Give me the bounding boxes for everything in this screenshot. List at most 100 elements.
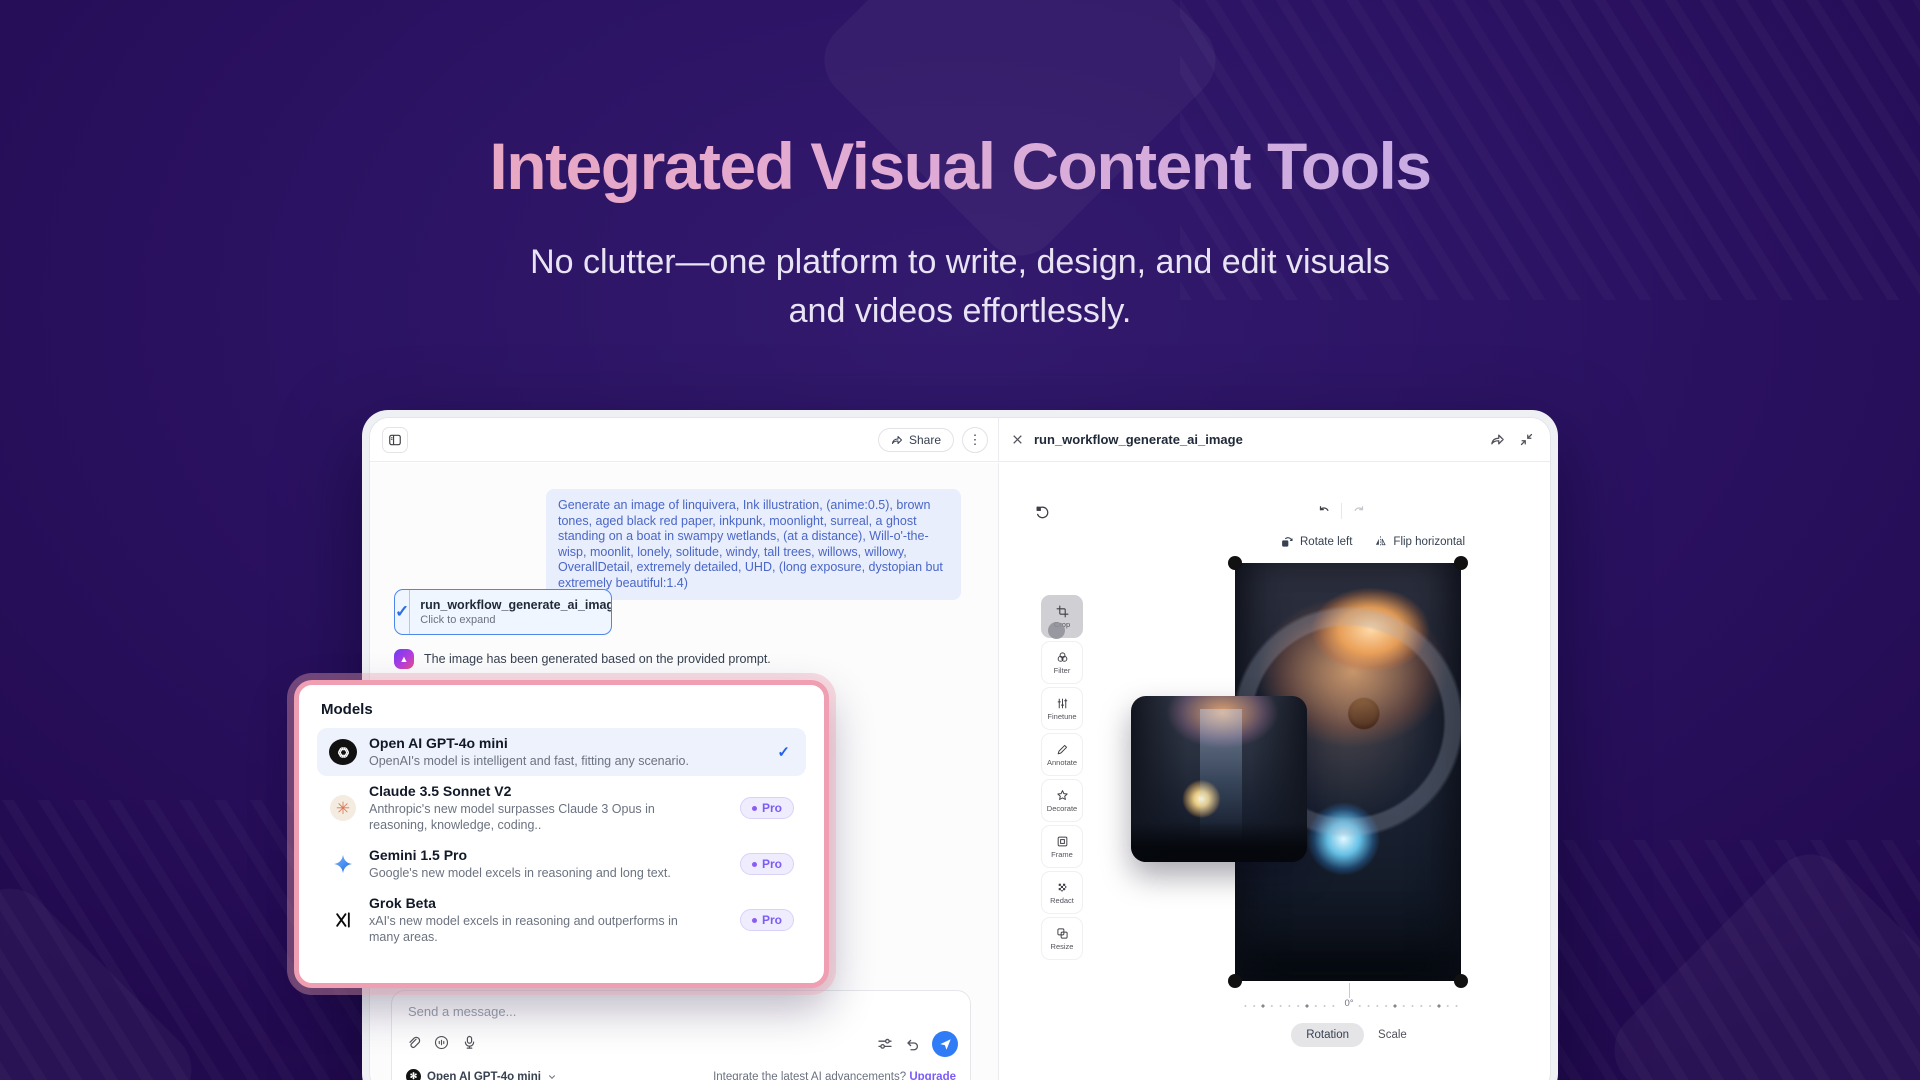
assistant-avatar: ▲ <box>394 649 414 669</box>
collapse-button[interactable] <box>1519 432 1534 447</box>
composer-icons <box>406 1035 477 1050</box>
pro-badge-label: Pro <box>762 913 782 927</box>
rotation-value: 0° <box>1339 998 1358 1009</box>
revert-history-button[interactable] <box>1035 505 1050 520</box>
undo-redo-group <box>1317 503 1366 519</box>
attach-file-button[interactable] <box>406 1035 421 1050</box>
subtitle-line-1: No clutter—one platform to write, design… <box>0 238 1920 287</box>
divider <box>1341 503 1342 519</box>
resize-icon <box>1056 927 1069 940</box>
share-button[interactable]: Share <box>878 428 954 452</box>
openai-knot <box>335 744 352 761</box>
tool-resize[interactable]: Resize <box>1041 917 1083 960</box>
tool-frame[interactable]: Frame <box>1041 825 1083 868</box>
model-selector[interactable]: ✻ Open AI GPT-4o mini <box>406 1069 557 1080</box>
upgrade-link[interactable]: Upgrade <box>909 1071 956 1080</box>
crop-handle-bottom-left[interactable] <box>1228 974 1242 988</box>
tool-filter[interactable]: Filter <box>1041 641 1083 684</box>
crop-handle-top-left[interactable] <box>1228 556 1242 570</box>
pro-dot <box>752 862 757 867</box>
model-row-claude[interactable]: ✳ Claude 3.5 Sonnet V2 Anthropic's new m… <box>317 776 806 840</box>
editor-tool-rail: Crop Filter <box>1041 595 1083 960</box>
close-editor-button[interactable] <box>1011 433 1024 446</box>
send-button[interactable] <box>932 1031 958 1057</box>
model-selector-label: Open AI GPT-4o mini <box>427 1071 541 1080</box>
tool-finetune[interactable]: Finetune <box>1041 687 1083 730</box>
share-icon <box>891 434 903 446</box>
model-texts: Gemini 1.5 Pro Google's new model excels… <box>369 847 728 881</box>
upgrade-question: Integrate the latest AI advancements? <box>713 1071 909 1080</box>
model-row-grok[interactable]: Grok Beta xAI's new model excels in reas… <box>317 888 806 952</box>
waveform-icon <box>434 1035 449 1050</box>
forward-arrow-icon <box>1490 432 1505 447</box>
model-description: xAI's new model excels in reasoning and … <box>369 913 699 945</box>
model-row-gpt4o-mini[interactable]: Open AI GPT-4o mini OpenAI's model is in… <box>317 728 806 776</box>
close-icon <box>1011 433 1024 446</box>
finetune-icon <box>1056 697 1069 710</box>
voice-wave-button[interactable] <box>434 1035 449 1050</box>
cursor-dot <box>1048 622 1065 639</box>
subtitle-line-2: and videos effortlessly. <box>0 287 1920 336</box>
undo-button[interactable] <box>1317 504 1331 518</box>
sidebar-icon <box>388 433 402 447</box>
tune-settings-button[interactable] <box>877 1036 893 1052</box>
crop-handle-top-right[interactable] <box>1454 556 1468 570</box>
assistant-message-row: ▲ The image has been generated based on … <box>394 649 771 669</box>
tool-annotate[interactable]: Annotate <box>1041 733 1083 776</box>
collapse-icon <box>1519 432 1534 447</box>
rotation-ruler[interactable]: 0° <box>1239 1001 1459 1011</box>
tab-scale[interactable]: Scale <box>1378 1029 1407 1041</box>
workflow-card-subtitle: Click to expand <box>420 614 612 626</box>
tool-label: Redact <box>1050 896 1074 905</box>
export-share-button[interactable] <box>1490 432 1505 447</box>
tool-label: Frame <box>1051 850 1073 859</box>
undo-message-button[interactable] <box>905 1037 920 1052</box>
sidebar-toggle-button[interactable] <box>382 427 408 453</box>
model-row-gemini[interactable]: Gemini 1.5 Pro Google's new model excels… <box>317 840 806 888</box>
tool-redact[interactable]: Redact <box>1041 871 1083 914</box>
model-description: OpenAI's model is intelligent and fast, … <box>369 753 699 769</box>
page-background: Integrated Visual Content Tools No clutt… <box>0 0 1920 1080</box>
composer-actions <box>877 1031 958 1057</box>
claude-logo-icon: ✳ <box>329 794 357 822</box>
pro-badge-label: Pro <box>762 857 782 871</box>
rotate-left-button[interactable]: Rotate left <box>1281 535 1352 548</box>
rotation-scale-tabs: Rotation Scale <box>1239 1023 1459 1047</box>
microphone-button[interactable] <box>462 1035 477 1050</box>
crop-handle-bottom-right[interactable] <box>1454 974 1468 988</box>
revert-icon <box>1035 505 1050 520</box>
tool-label: Decorate <box>1047 804 1077 813</box>
generated-image-preview[interactable] <box>1131 696 1307 862</box>
rotate-left-icon <box>1281 535 1294 548</box>
message-input[interactable] <box>408 1004 954 1019</box>
tool-decorate[interactable]: Decorate <box>1041 779 1083 822</box>
editor-title: run_workflow_generate_ai_image <box>1034 432 1243 447</box>
model-description: Anthropic's new model surpasses Claude 3… <box>369 801 699 833</box>
microphone-icon <box>462 1035 477 1050</box>
pro-badge-label: Pro <box>762 801 782 815</box>
page-title: Integrated Visual Content Tools <box>0 128 1920 204</box>
check-icon: ✓ <box>395 590 410 634</box>
chevron-down-icon <box>547 1072 557 1080</box>
image-editor-panel: Rotate left Flip horizontal <box>998 463 1550 1080</box>
upgrade-prompt: Integrate the latest AI advancements? Up… <box>713 1071 956 1080</box>
window-header: Share ⋮ run_workflow_generate_ai_image <box>370 418 1550 462</box>
undo-icon <box>905 1037 920 1052</box>
tool-label: Annotate <box>1047 758 1077 767</box>
paperclip-icon <box>406 1035 421 1050</box>
openai-logo-icon <box>329 739 357 765</box>
tool-crop[interactable]: Crop <box>1041 595 1083 638</box>
user-prompt-message: Generate an image of linquivera, Ink ill… <box>546 489 961 600</box>
workflow-result-card[interactable]: ✓ run_workflow_generate_ai_image Click t… <box>394 589 612 635</box>
tab-rotation[interactable]: Rotation <box>1291 1023 1364 1047</box>
gemini-logo-icon <box>329 850 357 878</box>
flip-horizontal-button[interactable]: Flip horizontal <box>1374 535 1465 548</box>
more-options-button[interactable]: ⋮ <box>962 427 988 453</box>
redo-button[interactable] <box>1352 504 1366 518</box>
tool-label: Filter <box>1054 666 1071 675</box>
frame-icon <box>1056 835 1069 848</box>
filter-icon <box>1056 651 1069 664</box>
workflow-card-text: run_workflow_generate_ai_image Click to … <box>410 590 612 634</box>
pro-badge: Pro <box>740 909 794 931</box>
xai-glyph <box>333 910 353 930</box>
